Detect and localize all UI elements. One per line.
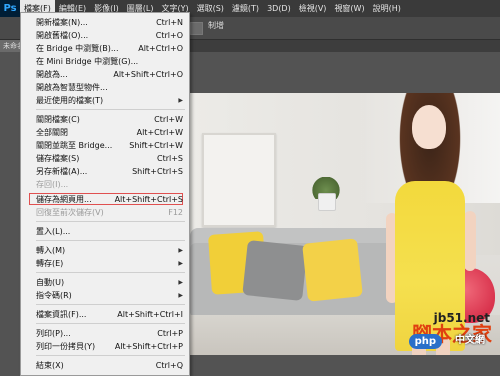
menu-select[interactable]: 選取(S) — [193, 0, 228, 17]
menu-item-label: 關閉檔案(C) — [36, 114, 80, 124]
menu-item-label: 開啟舊檔(O)... — [36, 30, 89, 40]
menu-item-label: 列印(P)... — [36, 328, 71, 338]
menu-save[interactable]: 儲存檔案(S) Ctrl+S — [21, 152, 189, 164]
menu-open[interactable]: 開啟舊檔(O)... Ctrl+O — [21, 29, 189, 41]
menu-item-shortcut: Alt+Shift+Ctrl+O — [113, 69, 183, 79]
file-menu-dropdown: 開新檔案(N)... Ctrl+N 開啟舊檔(O)... Ctrl+O 在 Brid… — [20, 12, 190, 376]
photoshop-logo: Ps — [0, 0, 20, 17]
menu-item-label: 轉存(E) — [36, 258, 64, 268]
menu-item-label: 存回(I)... — [36, 179, 69, 189]
align-tool-icons — [190, 22, 203, 35]
menu-print-one-copy[interactable]: 列印一份拷貝(Y) Alt+Shift+Ctrl+P — [21, 340, 189, 352]
menu-check-in: 存回(I)... — [21, 178, 189, 190]
menu-item-shortcut: Shift+Ctrl+W — [129, 140, 183, 150]
document-canvas[interactable]: jb51.net 腳本之家 php 中文網 — [190, 93, 500, 355]
menu-item-label: 儲存為網頁用... — [36, 194, 92, 204]
menu-item-label: 列印一份拷貝(Y) — [36, 341, 96, 351]
menu-automate[interactable]: 自動(U) ▶ — [21, 276, 189, 288]
menu-item-label: 在 Mini Bridge 中瀏覽(G)... — [36, 56, 139, 66]
menu-open-as[interactable]: 開啟為... Alt+Shift+Ctrl+O — [21, 68, 189, 80]
menu-item-shortcut: Ctrl+W — [154, 114, 183, 124]
menu-item-label: 指令碼(R) — [36, 290, 72, 300]
submenu-arrow-icon: ▶ — [178, 278, 183, 286]
menu-place[interactable]: 置入(L)... — [21, 225, 189, 237]
menu-view[interactable]: 檢視(V) — [295, 0, 331, 17]
menu-item-label: 開啟為... — [36, 69, 68, 79]
photo-frame — [202, 133, 276, 227]
menu-item-label: 開新檔案(N)... — [36, 17, 88, 27]
menu-separator — [36, 109, 185, 110]
menu-item-shortcut: Ctrl+Q — [155, 360, 183, 370]
menu-item-shortcut: Ctrl+P — [157, 328, 183, 338]
submenu-arrow-icon: ▶ — [178, 96, 183, 104]
menu-item-label: 關閉並跳至 Bridge... — [36, 140, 113, 150]
submenu-arrow-icon: ▶ — [178, 246, 183, 254]
menu-window[interactable]: 視窗(W) — [330, 0, 368, 17]
menu-separator — [36, 355, 185, 356]
menu-item-label: 轉入(M) — [36, 245, 66, 255]
menu-item-shortcut: Alt+Ctrl+W — [136, 127, 183, 137]
menu-separator — [36, 240, 185, 241]
menu-new[interactable]: 開新檔案(N)... Ctrl+N — [21, 16, 189, 28]
menu-item-label: 在 Bridge 中瀏覽(B)... — [36, 43, 119, 53]
photo-pillow-yellow-2 — [302, 238, 363, 302]
menu-scripts[interactable]: 指令碼(R) ▶ — [21, 289, 189, 301]
menu-import[interactable]: 轉入(M) ▶ — [21, 244, 189, 256]
menu-separator — [36, 272, 185, 273]
menu-item-label: 回復至前次儲存(V) — [36, 207, 104, 217]
menu-help[interactable]: 說明(H) — [369, 0, 405, 17]
menu-recent-files[interactable]: 最近使用的檔案(T) ▶ — [21, 94, 189, 106]
menu-item-label: 儲存檔案(S) — [36, 153, 80, 163]
menu-revert: 回復至前次儲存(V) F12 — [21, 206, 189, 218]
menu-item-shortcut: Alt+Shift+Ctrl+I — [117, 309, 183, 319]
menu-item-label: 最近使用的檔案(T) — [36, 95, 104, 105]
menu-item-shortcut: Alt+Shift+Ctrl+S — [114, 194, 183, 204]
menu-print[interactable]: 列印(P)... Ctrl+P — [21, 327, 189, 339]
menu-separator — [36, 221, 185, 222]
submenu-arrow-icon: ▶ — [178, 291, 183, 299]
menu-filter[interactable]: 濾鏡(T) — [228, 0, 263, 17]
align-left-icon[interactable] — [190, 22, 203, 35]
menu-separator — [36, 304, 185, 305]
menu-file-info[interactable]: 檔案資訊(F)... Alt+Shift+Ctrl+I — [21, 308, 189, 320]
menu-item-label: 置入(L)... — [36, 226, 71, 236]
submenu-arrow-icon: ▶ — [178, 259, 183, 267]
menu-exit[interactable]: 結束(X) Ctrl+Q — [21, 359, 189, 371]
menu-item-shortcut: F12 — [168, 207, 183, 217]
menu-separator — [36, 323, 185, 324]
menu-item-shortcut: Ctrl+N — [156, 17, 183, 27]
menu-3d[interactable]: 3D(D) — [263, 0, 295, 17]
menu-export[interactable]: 轉存(E) ▶ — [21, 257, 189, 269]
menu-item-label: 結束(X) — [36, 360, 64, 370]
menu-item-shortcut: Ctrl+O — [155, 30, 183, 40]
menu-save-for-web[interactable]: 儲存為網頁用... Alt+Shift+Ctrl+S — [21, 193, 189, 205]
menu-item-label: 全部關閉 — [36, 127, 68, 137]
menu-item-shortcut: Shift+Ctrl+S — [132, 166, 183, 176]
menu-item-label: 另存新檔(A)... — [36, 166, 88, 176]
options-label: 制增 — [208, 21, 224, 30]
photo-girl-face — [412, 105, 446, 149]
photo-girl-arm-right — [464, 211, 476, 271]
watermark-cn: 中文網 — [455, 335, 485, 346]
menu-item-label: 自動(U) — [36, 277, 65, 287]
menu-browse-mini-bridge[interactable]: 在 Mini Bridge 中瀏覽(G)... — [21, 55, 189, 67]
menu-item-label: 檔案資訊(F)... — [36, 309, 87, 319]
menu-item-label: 開啟為智慧型物件... — [36, 82, 108, 92]
watermark-php: php — [408, 334, 442, 349]
menu-browse-bridge[interactable]: 在 Bridge 中瀏覽(B)... Alt+Ctrl+O — [21, 42, 189, 54]
menu-item-shortcut: Ctrl+S — [156, 153, 183, 163]
menu-item-shortcut: Alt+Ctrl+O — [138, 43, 183, 53]
menu-open-smart-object[interactable]: 開啟為智慧型物件... — [21, 81, 189, 93]
photo-pillow-gray — [242, 240, 308, 301]
menu-save-as[interactable]: 另存新檔(A)... Shift+Ctrl+S — [21, 165, 189, 177]
photo-plant-pot — [318, 193, 336, 211]
menu-close[interactable]: 關閉檔案(C) Ctrl+W — [21, 113, 189, 125]
menu-close-all[interactable]: 全部關閉 Alt+Ctrl+W — [21, 126, 189, 138]
menu-close-go-bridge[interactable]: 關閉並跳至 Bridge... Shift+Ctrl+W — [21, 139, 189, 151]
menu-item-shortcut: Alt+Shift+Ctrl+P — [114, 341, 183, 351]
